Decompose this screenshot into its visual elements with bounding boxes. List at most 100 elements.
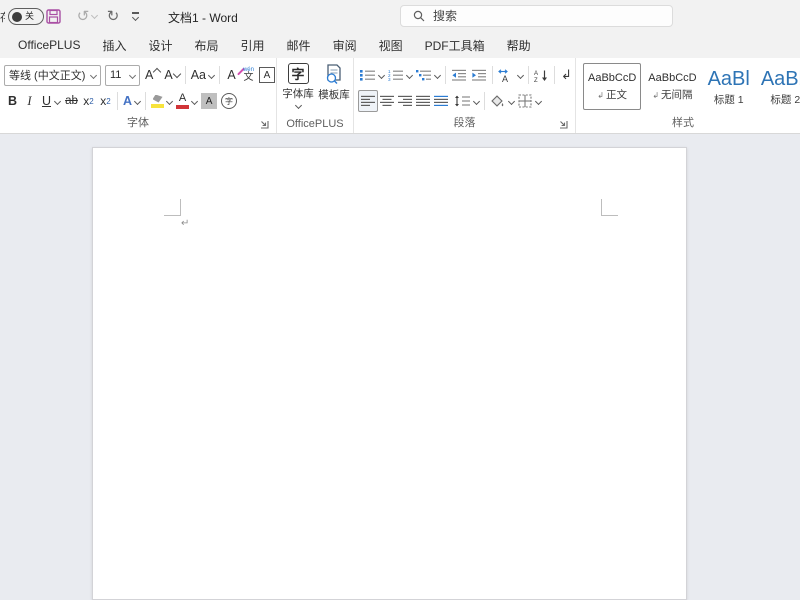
increase-indent-icon bbox=[471, 69, 487, 81]
font-group-label: 字体 bbox=[0, 114, 276, 130]
chevron-down-icon bbox=[166, 97, 173, 104]
tab-view[interactable]: 视图 bbox=[368, 32, 414, 58]
tab-references[interactable]: 引用 bbox=[230, 32, 276, 58]
paragraph-dialog-launcher[interactable] bbox=[558, 119, 568, 129]
align-center-button[interactable] bbox=[378, 90, 396, 112]
template-library-icon bbox=[323, 63, 345, 85]
clear-formatting-button[interactable]: A bbox=[223, 64, 240, 86]
tab-insert[interactable]: 插入 bbox=[91, 32, 137, 58]
strikethrough-button[interactable]: ab bbox=[63, 90, 80, 112]
chevron-down-icon bbox=[90, 71, 97, 78]
grow-font-button[interactable]: A bbox=[143, 64, 162, 86]
font-library-button[interactable]: 字 字体库 bbox=[280, 58, 316, 108]
phonetic-guide-button[interactable]: wén 文 bbox=[240, 64, 257, 86]
bullets-icon bbox=[360, 69, 375, 81]
customize-quick-access-button[interactable] bbox=[124, 6, 146, 26]
style-no-spacing[interactable]: AaBbCcD ↲无间隔 bbox=[644, 63, 700, 110]
tab-review[interactable]: 审阅 bbox=[322, 32, 368, 58]
font-size-combobox[interactable]: 11 bbox=[105, 65, 140, 86]
numbering-button[interactable]: 1 2 3 bbox=[386, 64, 414, 86]
style-name: 标题 1 bbox=[714, 92, 744, 107]
italic-button[interactable]: I bbox=[21, 90, 38, 112]
highlight-color-button[interactable] bbox=[149, 90, 174, 112]
shrink-font-icon: A bbox=[164, 68, 172, 82]
bullets-button[interactable] bbox=[358, 64, 386, 86]
style-heading-2[interactable]: AaBb 标题 2 bbox=[757, 63, 800, 110]
tab-help[interactable]: 帮助 bbox=[496, 32, 542, 58]
align-right-button[interactable] bbox=[396, 90, 414, 112]
title-bar: 存 关 ↺ ↻ 文档1 - Word bbox=[0, 0, 800, 32]
character-border-icon: A bbox=[259, 67, 275, 83]
superscript-button[interactable]: x2 bbox=[97, 90, 114, 112]
tab-design[interactable]: 设计 bbox=[138, 32, 184, 58]
grow-font-icon: A bbox=[145, 68, 153, 82]
search-box[interactable] bbox=[400, 5, 673, 27]
bold-button[interactable]: B bbox=[4, 90, 21, 112]
autosave-state-label: 关 bbox=[25, 12, 34, 21]
show-hide-marks-button[interactable]: ↲ bbox=[558, 64, 575, 86]
tab-mailings[interactable]: 邮件 bbox=[276, 32, 322, 58]
line-spacing-icon bbox=[454, 95, 470, 107]
style-preview: AaBl bbox=[708, 69, 750, 89]
chevron-down-icon bbox=[406, 71, 413, 78]
enclose-characters-button[interactable]: 字 bbox=[219, 90, 239, 112]
font-dialog-launcher[interactable] bbox=[259, 119, 269, 129]
chevron-down-icon bbox=[208, 71, 215, 78]
svg-text:Z: Z bbox=[534, 78, 538, 82]
tab-layout[interactable]: 布局 bbox=[184, 32, 230, 58]
caret-down-icon bbox=[172, 70, 180, 78]
margin-crop-mark-right-icon bbox=[601, 199, 618, 216]
distribute-button[interactable] bbox=[432, 90, 450, 112]
justify-button[interactable] bbox=[414, 90, 432, 112]
character-shading-icon: A bbox=[201, 93, 217, 109]
tab-pdf-tools[interactable]: PDF工具箱 bbox=[414, 32, 496, 58]
asian-layout-button[interactable]: A bbox=[496, 64, 525, 86]
text-effects-icon: A bbox=[123, 94, 132, 108]
word-window: 存 关 ↺ ↻ 文档1 - Word bbox=[0, 0, 800, 600]
shrink-font-button[interactable]: A bbox=[162, 64, 181, 86]
decrease-indent-button[interactable] bbox=[449, 64, 469, 86]
font-name-combobox[interactable]: 等线 (中文正文) bbox=[4, 65, 101, 86]
increase-indent-button[interactable] bbox=[469, 64, 489, 86]
change-case-icon: Aa bbox=[191, 68, 206, 82]
font-color-button[interactable]: A bbox=[174, 90, 199, 112]
svg-text:A: A bbox=[534, 71, 538, 77]
document-page[interactable]: ↵ bbox=[92, 147, 687, 600]
text-effects-button[interactable]: A bbox=[121, 90, 142, 112]
subscript-button[interactable]: x2 bbox=[80, 90, 97, 112]
character-shading-button[interactable]: A bbox=[199, 90, 219, 112]
enclose-characters-icon: 字 bbox=[221, 93, 237, 109]
style-normal[interactable]: AaBbCcD ↲正文 bbox=[583, 63, 641, 110]
highlighter-icon bbox=[151, 95, 164, 108]
multilevel-list-button[interactable] bbox=[414, 64, 442, 86]
style-name: ↲无间隔 bbox=[652, 87, 692, 102]
sort-button[interactable]: A Z bbox=[532, 64, 551, 86]
style-preview: AaBb bbox=[761, 69, 800, 89]
tab-officeplus[interactable]: OfficePLUS bbox=[7, 32, 91, 58]
save-button[interactable] bbox=[42, 6, 64, 26]
phonetic-guide-icon: wén 文 bbox=[243, 67, 254, 83]
borders-button[interactable] bbox=[516, 90, 543, 112]
clear-formatting-icon: A bbox=[227, 68, 235, 82]
justify-icon bbox=[416, 95, 430, 107]
change-case-button[interactable]: Aa bbox=[189, 64, 216, 86]
asian-layout-icon: A bbox=[498, 69, 514, 82]
italic-icon: I bbox=[27, 94, 31, 109]
search-input[interactable] bbox=[433, 9, 633, 23]
chevron-down-icon bbox=[517, 71, 524, 78]
underline-button[interactable]: U bbox=[38, 90, 55, 112]
font-group: 等线 (中文正文) 11 A A Aa bbox=[0, 58, 277, 133]
redo-button[interactable]: ↻ bbox=[102, 6, 124, 26]
style-name: 标题 2 bbox=[770, 92, 800, 107]
line-spacing-button[interactable] bbox=[452, 90, 481, 112]
chevron-down-icon bbox=[129, 71, 136, 78]
character-border-button[interactable]: A bbox=[257, 64, 277, 86]
shading-button[interactable] bbox=[488, 90, 516, 112]
style-heading-1[interactable]: AaBl 标题 1 bbox=[704, 63, 754, 110]
autosave-toggle[interactable]: 关 bbox=[8, 8, 44, 25]
underline-dropdown-chevron-icon[interactable] bbox=[54, 97, 61, 104]
template-library-button[interactable]: 模板库 bbox=[316, 58, 352, 108]
font-color-icon: A bbox=[176, 93, 189, 109]
align-left-button[interactable] bbox=[358, 90, 378, 112]
toggle-knob-icon bbox=[12, 12, 22, 22]
